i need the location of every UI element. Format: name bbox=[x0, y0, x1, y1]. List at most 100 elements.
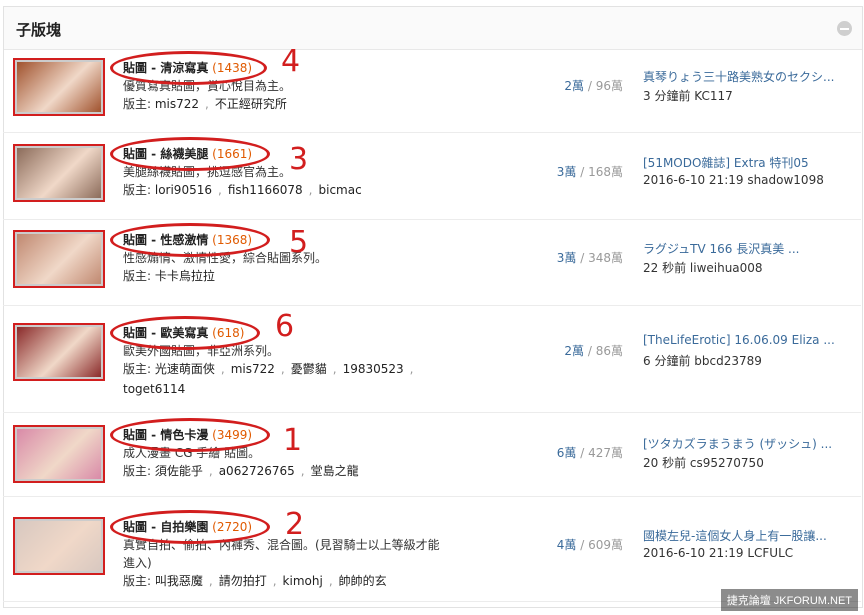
forum-name-link[interactable]: 貼圖 - 性感激情 bbox=[123, 233, 208, 247]
moderator-link[interactable]: bicmac bbox=[319, 183, 362, 197]
post-count: 427萬 bbox=[588, 446, 623, 460]
moderator-link[interactable]: 光速萌面俠 bbox=[155, 362, 215, 376]
moderator-link[interactable]: toget6114 bbox=[123, 382, 185, 396]
last-post-title[interactable]: 國模左兒-這個女人身上有一股讓... bbox=[643, 527, 827, 544]
moderator-link[interactable]: mis722 bbox=[231, 362, 275, 376]
forum-row: 貼圖 - 性感激情 (1368) 性感煽情、激情性愛，綜合貼圖系列。 版主: 卡卡烏… bbox=[3, 220, 861, 306]
today-post-count: (618) bbox=[208, 326, 245, 340]
moderator-link[interactable]: a062726765 bbox=[219, 464, 295, 478]
stat-separator: / bbox=[576, 165, 589, 179]
panel-title: 子版塊 bbox=[16, 21, 62, 39]
moderator-link[interactable]: 不正經研究所 bbox=[215, 97, 287, 111]
forum-name-link[interactable]: 貼圖 - 絲襪美腿 bbox=[123, 147, 208, 161]
last-post-title[interactable]: [TheLifeErotic] 16.06.09 Eliza ... bbox=[643, 333, 835, 347]
stat-separator: / bbox=[576, 538, 589, 552]
post-count: 168萬 bbox=[588, 165, 623, 179]
today-post-count: (1661) bbox=[208, 147, 253, 161]
forum-thumbnail[interactable] bbox=[13, 144, 105, 202]
forum-thumbnail[interactable] bbox=[13, 517, 105, 575]
moderator-label: 版主: bbox=[123, 574, 155, 588]
last-post-title[interactable]: [51MODO雜誌] Extra 特刊05 bbox=[643, 154, 809, 171]
post-count: 348萬 bbox=[588, 251, 623, 265]
forum-title[interactable]: 貼圖 - 情色卡漫 (3499) bbox=[123, 426, 252, 443]
collapse-icon[interactable] bbox=[837, 21, 852, 36]
moderator-label: 版主: bbox=[123, 183, 155, 197]
moderator-link[interactable]: 帥帥的玄 bbox=[339, 574, 387, 588]
moderator-link[interactable]: 叫我惡魔 bbox=[155, 574, 203, 588]
stat-separator: / bbox=[584, 344, 596, 358]
moderator-link[interactable]: 憂鬱貓 bbox=[291, 362, 327, 376]
topic-count: 4萬 bbox=[556, 538, 577, 552]
forum-title[interactable]: 貼圖 - 絲襪美腿 (1661) bbox=[123, 145, 252, 162]
rank-annotation: 3 bbox=[289, 142, 309, 177]
moderator-list: 版主: 叫我惡魔, 請勿拍打, kimohj, 帥帥的玄 bbox=[123, 574, 387, 588]
panel-header: 子版塊 bbox=[4, 7, 862, 50]
moderator-link[interactable]: 19830523 bbox=[343, 362, 404, 376]
rank-annotation: 6 bbox=[275, 309, 295, 344]
stat-separator: / bbox=[576, 446, 589, 460]
today-post-count: (1368) bbox=[208, 233, 253, 247]
forum-thumbnail[interactable] bbox=[13, 323, 105, 381]
forum-thumbnail[interactable] bbox=[13, 58, 105, 116]
moderator-link[interactable]: lori90516 bbox=[155, 183, 212, 197]
forum-name-link[interactable]: 貼圖 - 自拍樂園 bbox=[123, 520, 208, 534]
forum-thumbnail[interactable] bbox=[13, 230, 105, 288]
moderator-list-cont: toget6114 bbox=[123, 382, 191, 396]
moderator-link[interactable]: mis722 bbox=[155, 97, 199, 111]
rank-annotation: 5 bbox=[289, 225, 309, 260]
last-post-title[interactable]: [ツタカズラまうまう (ザッシュ) ... bbox=[643, 435, 832, 452]
forum-stats: 6萬 / 427萬 bbox=[557, 444, 623, 461]
moderator-link[interactable]: kimohj bbox=[283, 574, 323, 588]
moderator-list: 版主: 須佐能乎, a062726765, 堂島之龍 bbox=[123, 464, 359, 478]
topic-count: 3萬 bbox=[556, 251, 577, 265]
forum-name-link[interactable]: 貼圖 - 清涼寫真 bbox=[123, 61, 208, 75]
forum-stats: 3萬 / 168萬 bbox=[557, 163, 623, 180]
topic-count: 2萬 bbox=[564, 79, 585, 93]
moderator-link[interactable]: 卡卡烏拉拉 bbox=[155, 269, 215, 283]
last-post-meta: 6 分鐘前 bbcd23789 bbox=[643, 354, 762, 368]
stat-separator: / bbox=[584, 79, 596, 93]
forum-description: 成人漫畫 CG 手繪 貼圖。 bbox=[123, 446, 261, 460]
moderator-label: 版主: bbox=[123, 464, 155, 478]
topic-count: 3萬 bbox=[556, 165, 577, 179]
forum-stats: 4萬 / 609萬 bbox=[557, 536, 623, 553]
last-post-meta: 3 分鐘前 KC117 bbox=[643, 89, 733, 103]
moderator-link[interactable]: 堂島之龍 bbox=[311, 464, 359, 478]
last-post-meta: 2016-6-10 21:19 shadow1098 bbox=[643, 173, 824, 187]
moderator-label: 版主: bbox=[123, 97, 155, 111]
today-post-count: (1438) bbox=[208, 61, 253, 75]
moderator-link[interactable]: 須佐能乎 bbox=[155, 464, 203, 478]
forum-thumbnail[interactable] bbox=[13, 425, 105, 483]
today-post-count: (3499) bbox=[208, 428, 253, 442]
topic-count: 6萬 bbox=[556, 446, 577, 460]
forum-title[interactable]: 貼圖 - 清涼寫真 (1438) bbox=[123, 59, 252, 76]
forum-name-link[interactable]: 貼圖 - 情色卡漫 bbox=[123, 428, 208, 442]
rank-annotation: 2 bbox=[285, 507, 305, 542]
forum-description: 優質寫真貼圖，賞心悅目為主。 bbox=[123, 79, 292, 93]
forum-stats: 3萬 / 348萬 bbox=[557, 249, 623, 266]
moderator-label: 版主: bbox=[123, 362, 155, 376]
forum-row: 貼圖 - 絲襪美腿 (1661) 美腿絲襪貼圖，挑逗感官為主。 版主: lori90… bbox=[3, 133, 861, 220]
forum-description-cont: 進入) bbox=[123, 556, 152, 570]
forum-row: 貼圖 - 清涼寫真 (1438) 優質寫真貼圖，賞心悅目為主。 版主: mis722… bbox=[3, 50, 861, 133]
post-count: 86萬 bbox=[595, 344, 623, 358]
moderator-list: 版主: mis722, 不正經研究所 bbox=[123, 97, 287, 111]
moderator-link[interactable]: fish1166078 bbox=[228, 183, 303, 197]
forum-title[interactable]: 貼圖 - 自拍樂園 (2720) bbox=[123, 518, 252, 535]
forum-row: 貼圖 - 自拍樂園 (2720) 真實自拍、偷拍、內褲秀、混合圖。(見習騎士以上等… bbox=[3, 497, 861, 602]
forum-row: 貼圖 - 情色卡漫 (3499) 成人漫畫 CG 手繪 貼圖。版主: 須佐能乎, a… bbox=[3, 413, 861, 497]
forum-row: 貼圖 - 歐美寫真 (618) 歐美外國貼圖，非亞洲系列。 版主: 光速萌面俠, mi… bbox=[3, 306, 861, 413]
forum-title[interactable]: 貼圖 - 性感激情 (1368) bbox=[123, 231, 252, 248]
watermark: 捷克論壇 JKFORUM.NET bbox=[720, 589, 858, 611]
post-count: 609萬 bbox=[588, 538, 623, 552]
last-post-title[interactable]: ラグジュTV 166 長沢真美 ... bbox=[643, 240, 800, 257]
topic-count: 2萬 bbox=[564, 344, 585, 358]
moderator-link[interactable]: 請勿拍打 bbox=[219, 574, 267, 588]
forum-title[interactable]: 貼圖 - 歐美寫真 (618) bbox=[123, 324, 244, 341]
moderator-list: 版主: 卡卡烏拉拉 bbox=[123, 267, 221, 284]
last-post-title[interactable]: 真琴りょう三十路美熟女のセクシ... bbox=[643, 68, 834, 85]
forum-name-link[interactable]: 貼圖 - 歐美寫真 bbox=[123, 326, 208, 340]
today-post-count: (2720) bbox=[208, 520, 253, 534]
forum-description: 歐美外國貼圖，非亞洲系列。 bbox=[123, 344, 280, 358]
moderator-list: 版主: lori90516, fish1166078, bicmac bbox=[123, 183, 362, 197]
